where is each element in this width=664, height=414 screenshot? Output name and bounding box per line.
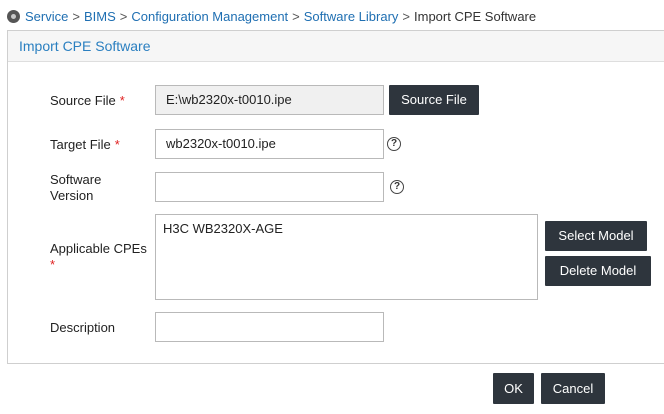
- required-mark: *: [119, 93, 125, 108]
- target-file-input[interactable]: wb2320x-t0010.ipe: [155, 129, 384, 159]
- panel-title: Import CPE Software: [19, 38, 151, 54]
- source-file-label: Source File *: [50, 93, 125, 108]
- breadcrumb: Service > BIMS > Configuration Managemen…: [7, 7, 536, 25]
- select-model-button[interactable]: Select Model: [545, 221, 647, 251]
- required-mark: *: [50, 257, 56, 272]
- description-input[interactable]: [155, 312, 384, 342]
- breadcrumb-service[interactable]: Service: [25, 9, 68, 24]
- breadcrumb-separator: >: [402, 8, 411, 24]
- cpe-list-item[interactable]: H3C WB2320X-AGE: [163, 221, 530, 236]
- breadcrumb-configuration-management[interactable]: Configuration Management: [131, 9, 288, 24]
- applicable-cpes-list[interactable]: H3C WB2320X-AGE: [155, 214, 538, 300]
- target-file-label: Target File *: [50, 137, 120, 152]
- breadcrumb-current: Import CPE Software: [414, 8, 537, 24]
- required-mark: *: [114, 137, 120, 152]
- ok-button[interactable]: OK: [493, 373, 534, 404]
- source-file-field[interactable]: E:\wb2320x-t0010.ipe: [155, 85, 384, 115]
- software-version-input[interactable]: [155, 172, 384, 202]
- breadcrumb-separator: >: [292, 8, 300, 24]
- cancel-button[interactable]: Cancel: [541, 373, 605, 404]
- description-label: Description: [50, 320, 116, 335]
- source-file-button[interactable]: Source File: [389, 85, 479, 115]
- breadcrumb-bims[interactable]: BIMS: [84, 9, 116, 24]
- breadcrumb-separator: >: [119, 8, 128, 24]
- location-icon: [7, 9, 20, 23]
- breadcrumb-software-library[interactable]: Software Library: [304, 9, 399, 24]
- software-version-help-icon[interactable]: ?: [390, 180, 404, 194]
- breadcrumb-separator: >: [72, 8, 80, 24]
- target-file-help-icon[interactable]: ?: [387, 137, 401, 151]
- applicable-cpes-label: Applicable CPEs: [50, 241, 147, 256]
- software-version-label: Software Version: [50, 172, 102, 203]
- delete-model-button[interactable]: Delete Model: [545, 256, 651, 286]
